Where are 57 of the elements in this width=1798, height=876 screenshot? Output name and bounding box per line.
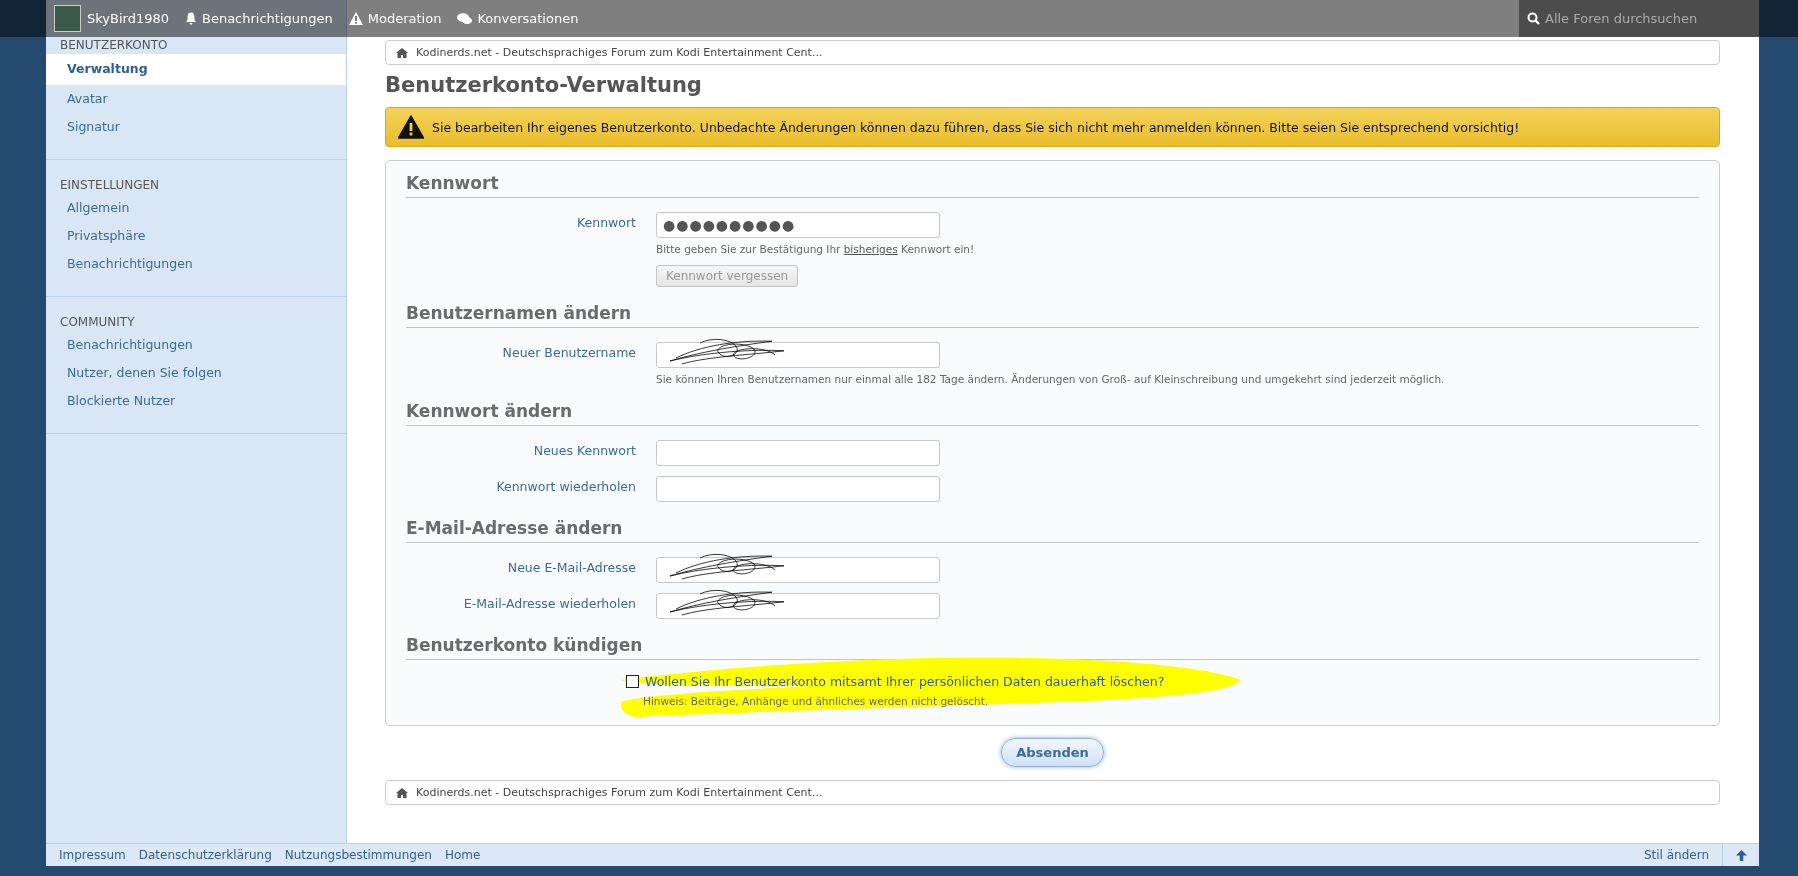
sidebar-item[interactable]: Privatsphäre bbox=[46, 222, 346, 250]
footer-link[interactable]: Nutzungsbestimmungen bbox=[284, 848, 432, 862]
warning-icon bbox=[398, 115, 424, 139]
page-title: Benutzerkonto-Verwaltung bbox=[385, 73, 703, 97]
sidebar-heading: COMMUNITY bbox=[59, 314, 136, 331]
input-field[interactable]: ●●●●●●●●●● bbox=[656, 212, 940, 238]
section-heading: Kennwort ändern bbox=[406, 395, 1699, 426]
nav-link[interactable]: Benachrichtigungen bbox=[185, 11, 333, 26]
sidebar-heading: BENUTZERKONTO bbox=[59, 37, 169, 54]
user-link[interactable]: SkyBird1980 bbox=[87, 11, 169, 26]
bell-icon bbox=[185, 12, 197, 25]
input-field[interactable] bbox=[656, 557, 940, 583]
search-icon bbox=[1527, 12, 1540, 25]
sidebar-item[interactable]: Signatur bbox=[46, 113, 346, 141]
breadcrumb-link[interactable]: Kodinerds.net - Deutschsprachiges Forum zum Kodi Entertainment Cent... bbox=[416, 786, 823, 799]
field-label: Neue E-Mail-Adresse bbox=[507, 560, 636, 575]
hint-text: Sie können Ihren Benutzernamen nur einmal alle 182 Tage ändern. Änderungen von Groß- auf Kleinschreibung und umgekehrt sind jederzeit möglich. bbox=[656, 373, 1445, 385]
home-icon bbox=[396, 47, 408, 58]
section-heading: E-Mail-Adresse ändern bbox=[406, 512, 1699, 543]
section-heading: Kennwort bbox=[406, 167, 1699, 198]
sidebar-item[interactable]: Benachrichtigungen bbox=[46, 250, 346, 278]
hint-link[interactable]: bisheriges bbox=[843, 243, 898, 255]
warning-icon bbox=[348, 12, 363, 25]
checkbox[interactable] bbox=[626, 675, 639, 688]
nav-link[interactable]: Moderation bbox=[348, 11, 442, 26]
footer-link[interactable]: Datenschutzerklärung bbox=[138, 848, 272, 862]
field-label: Kennwort wiederholen bbox=[496, 479, 636, 494]
checkbox-label[interactable]: Wollen Sie Ihr Benutzerkonto mitsamt Ihrer persönlichen Daten dauerhaft löschen? bbox=[645, 674, 1165, 689]
field-label: E-Mail-Adresse wiederholen bbox=[463, 596, 636, 611]
footer-link[interactable]: Home bbox=[444, 848, 481, 862]
submit-button[interactable]: Absenden bbox=[1001, 738, 1104, 767]
home-icon bbox=[396, 787, 408, 798]
sidebar-item[interactable]: Blockierte Nutzer bbox=[46, 387, 346, 415]
sidebar-heading: EINSTELLUNGEN bbox=[59, 177, 161, 194]
hint-text: Hinweis: Beiträge, Anhänge und ähnliches werden nicht gelöscht. bbox=[643, 695, 990, 707]
field-label: Neues Kennwort bbox=[533, 443, 636, 458]
footer-link[interactable]: Impressum bbox=[59, 848, 126, 862]
input-field[interactable] bbox=[656, 593, 940, 619]
style-switch-link[interactable]: Stil ändern bbox=[1643, 848, 1709, 862]
section-heading: Benutzernamen ändern bbox=[406, 297, 1699, 328]
field-label: Neuer Benutzername bbox=[502, 345, 636, 360]
breadcrumb-link[interactable]: Kodinerds.net - Deutschsprachiges Forum zum Kodi Entertainment Cent... bbox=[416, 46, 823, 59]
chat-icon bbox=[457, 12, 473, 25]
warning-text: Sie bearbeiten Ihr eigenes Benutzerkonto. Unbedachte Änderungen können dazu führen, dass Sie sich nicht mehr anmelden können. Bitte seien Sie entsprechend vorsichtig! bbox=[432, 119, 1520, 135]
input-field[interactable] bbox=[656, 342, 940, 368]
nav-link[interactable]: Konversationen bbox=[457, 11, 579, 26]
input-field[interactable] bbox=[656, 476, 940, 502]
sidebar-item[interactable]: Verwaltung bbox=[46, 54, 346, 85]
sidebar-item[interactable]: Benachrichtigungen bbox=[46, 331, 346, 359]
sidebar-item[interactable]: Nutzer, denen Sie folgen bbox=[46, 359, 346, 387]
field-label: Kennwort bbox=[576, 215, 636, 230]
sidebar-item[interactable]: Avatar bbox=[46, 85, 346, 113]
hint-text: Bitte geben Sie zur Bestätigung Ihr bisheriges Kennwort ein! bbox=[656, 243, 975, 255]
avatar-image[interactable] bbox=[54, 5, 81, 32]
up-arrow-icon bbox=[1735, 849, 1747, 861]
sidebar-item[interactable]: Allgemein bbox=[46, 194, 346, 222]
input-field[interactable] bbox=[656, 440, 940, 466]
